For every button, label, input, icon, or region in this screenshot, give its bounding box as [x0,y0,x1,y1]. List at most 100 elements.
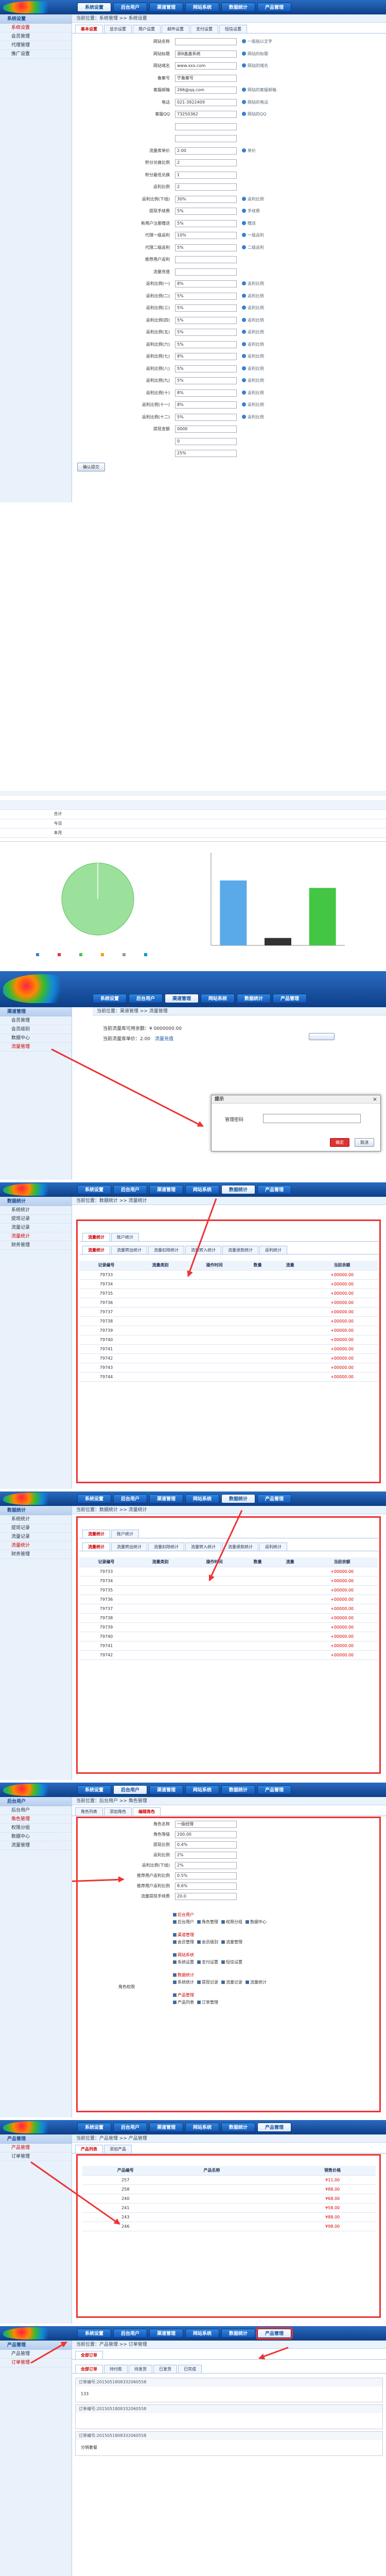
nav-tab[interactable]: 后台用户 [113,2329,147,2338]
sidebar-item[interactable]: 流量统计 [0,1232,72,1241]
tab-basic[interactable]: 基本设置 [75,25,103,33]
sidebar-item[interactable]: 系统统计 [0,1515,72,1524]
permission-checkbox[interactable] [173,1980,177,1984]
tab-role-edit[interactable]: 编辑角色 [133,1807,161,1816]
nav-tab[interactable]: 后台用户 [113,1494,147,1503]
nav-tab[interactable]: 系统设置 [77,1785,111,1794]
field-input[interactable]: 266@qq.com [175,87,237,94]
order-filter-tab[interactable]: 已完成 [178,2365,202,2373]
field-input[interactable]: 20.0 [175,1893,237,1900]
tab-user[interactable]: 用户设置 [133,25,161,33]
nav-tab[interactable]: 网站系统 [185,1785,219,1794]
permission-checkbox[interactable] [197,2001,201,2004]
recharge-button[interactable] [309,1033,335,1040]
nav-tab[interactable]: 系统设置 [77,2123,111,2132]
sidebar-item[interactable]: 会员级别 [0,1025,72,1034]
order-filter-tab[interactable]: 待发货 [129,2365,152,2373]
field-input[interactable]: 5% [175,365,237,372]
field-input[interactable]: 5% [175,341,237,348]
field-input[interactable] [175,38,237,45]
permission-checkbox[interactable] [173,1920,177,1924]
field-input[interactable] [175,123,237,130]
permission-checkbox[interactable] [221,1940,225,1944]
field-input[interactable] [175,268,237,276]
field-input[interactable]: 0.4% [175,1841,237,1849]
tab-sms[interactable]: 短信设置 [219,25,247,33]
order-filter-tab[interactable]: 已发货 [153,2365,177,2373]
field-input[interactable]: 2 [175,159,237,166]
nav-tab[interactable]: 产品管理 [273,994,307,1003]
nav-tab[interactable]: 产品管理 [257,1185,291,1194]
field-input[interactable]: 2% [175,1862,237,1869]
nav-tab[interactable]: 后台用户 [113,3,147,12]
nav-tab[interactable]: 系统设置 [77,2329,111,2338]
nav-tab[interactable]: 数据统计 [237,994,271,1003]
field-input[interactable]: 73250362 [175,111,237,118]
field-input[interactable]: 5% [175,413,237,421]
nav-tab[interactable]: 渠道管理 [149,1494,183,1503]
tab-mail[interactable]: 邮件设置 [162,25,189,33]
permission-checkbox[interactable] [221,1960,225,1964]
sidebar-item[interactable]: 流量记录 [0,1533,72,1541]
permission-checkbox[interactable] [173,1940,177,1944]
sidebar-item[interactable]: 提现记录 [0,1215,72,1224]
nav-tab[interactable]: 系统设置 [77,1494,111,1503]
field-input[interactable] [175,135,237,142]
field-input[interactable]: 一级经理 [175,1821,237,1828]
tab-product-list[interactable]: 产品列表 [75,2145,103,2153]
permission-checkbox[interactable] [173,1913,177,1917]
permission-checkbox[interactable] [173,1993,177,1997]
field-input[interactable]: 25% [175,450,237,457]
permission-checkbox[interactable] [173,2001,177,2004]
nav-tab[interactable]: 数据统计 [221,1494,255,1503]
nav-tab-products[interactable]: 产品管理 [256,2327,293,2340]
submit-button[interactable]: 确认提交 [77,462,105,471]
field-input[interactable]: 宁备案号 [175,74,237,82]
nav-tab[interactable]: 系统设置 [93,994,127,1003]
field-input[interactable]: 8% [175,389,237,397]
nav-tab[interactable]: 渠道管理 [149,1185,183,1194]
recharge-link[interactable]: 流量充值 [155,1037,173,1042]
nav-tab[interactable]: 后台用户 [113,1785,147,1794]
confirm-button[interactable]: 确定 [330,1138,349,1147]
sidebar-item[interactable]: 代理管理 [0,41,72,50]
nav-tab[interactable]: 网站系统 [185,2329,219,2338]
field-input[interactable]: 10% [175,232,237,239]
nav-tab[interactable]: 渠道管理 [165,994,199,1003]
nav-tab[interactable]: 产品管理 [257,2123,291,2132]
permission-checkbox[interactable] [197,1920,201,1924]
field-input[interactable]: 8% [175,401,237,409]
nav-tab[interactable]: 渠道管理 [149,3,183,12]
permission-checkbox[interactable] [221,1920,225,1924]
tab-product-add[interactable]: 添加产品 [104,2145,132,2153]
field-input[interactable]: 2 [175,183,237,191]
tab-role-add[interactable]: 添加角色 [104,1807,132,1816]
nav-tab[interactable]: 数据统计 [221,2123,255,2132]
field-input[interactable]: 0 [175,437,237,445]
field-input[interactable]: 2.00 [175,147,237,155]
sidebar-item[interactable]: 后台用户 [0,1806,72,1815]
sidebar-item[interactable]: 会员管理 [0,1016,72,1025]
sidebar-item[interactable]: 流量统计 [0,1541,72,1550]
permission-checkbox[interactable] [173,1973,177,1977]
sidebar-item[interactable]: 产品管理 [0,2144,72,2153]
sidebar-item[interactable]: 提现记录 [0,1524,72,1533]
sidebar-item[interactable]: 角色管理 [0,1815,72,1824]
tab-all-orders[interactable]: 全部订单 [75,2351,103,2359]
nav-tab[interactable]: 后台用户 [113,1185,147,1194]
nav-tab[interactable]: 产品管理 [257,1785,291,1794]
field-input[interactable]: 5% [175,219,237,227]
field-input[interactable]: 5% [175,329,237,336]
field-input[interactable]: 8.6% [175,1883,237,1890]
tab-display[interactable]: 显示设置 [104,25,132,33]
field-input[interactable]: 5% [175,304,237,312]
sidebar-item[interactable]: 权限分组 [0,1824,72,1833]
sidebar-item[interactable]: 财务管理 [0,1241,72,1250]
field-input[interactable]: 8% [175,280,237,287]
sidebar-item[interactable]: 系统设置 [0,24,72,32]
field-input[interactable]: 1 [175,171,237,179]
order-filter-tab[interactable]: 全部订单 [75,2365,103,2373]
field-input[interactable]: 5% [175,292,237,300]
nav-tab[interactable]: 产品管理 [257,1494,291,1503]
permission-checkbox[interactable] [245,1920,249,1924]
